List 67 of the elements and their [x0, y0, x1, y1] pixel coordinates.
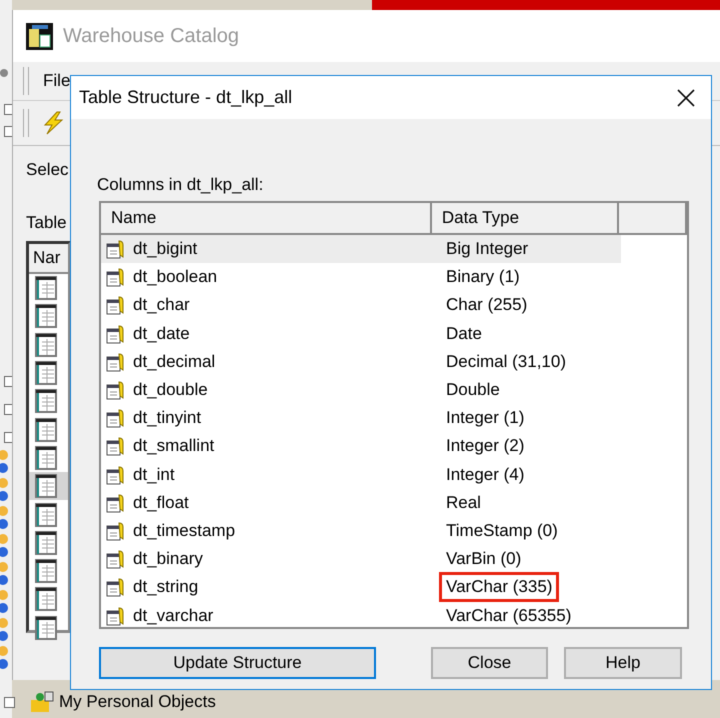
- table-icon: [35, 276, 57, 300]
- table-cell: dt_date: [133, 324, 190, 344]
- table-cell-text: Integer (4): [445, 464, 526, 486]
- close-icon[interactable]: [677, 88, 695, 106]
- table-icon: [35, 502, 57, 527]
- people-icon: [0, 590, 10, 616]
- table-icon: [35, 559, 57, 584]
- list-label: Columns in dt_lkp_all:: [97, 175, 264, 195]
- table-icon: [35, 446, 57, 470]
- table-cell: dt_float: [133, 492, 189, 513]
- table-cell: dt_binary: [133, 549, 203, 570]
- table-cell-text: Char (255): [445, 294, 528, 316]
- table-cell: dt_smallint: [133, 436, 214, 456]
- table-cell: dt_timestamp: [133, 520, 236, 541]
- app-icon: [26, 22, 53, 50]
- person-folder-icon: [29, 690, 55, 714]
- table-cell-text: Integer (1): [445, 407, 526, 430]
- people-icon: [0, 534, 10, 560]
- table-cell-text: Integer (2): [445, 435, 526, 458]
- table-icon: [35, 474, 57, 498]
- table-icon: [35, 304, 57, 328]
- tree-item[interactable]: My Personal Objects: [59, 692, 216, 712]
- table-cell: dt_double: [133, 380, 208, 400]
- table-cell-text: Decimal (31,10): [445, 350, 567, 373]
- table-icon: [35, 332, 57, 357]
- table-icon: [35, 361, 57, 386]
- column-header[interactable]: Nar: [29, 244, 68, 274]
- people-icon: [0, 646, 10, 672]
- people-icon: [0, 478, 10, 504]
- table-cell: dt_decimal: [133, 352, 216, 372]
- people-icon: [0, 618, 10, 644]
- list-row[interactable]: [29, 472, 68, 500]
- dialog-button[interactable]: Close: [431, 647, 548, 679]
- dialog-title: Table Structure - dt_lkp_all: [79, 87, 292, 108]
- table-cell-text: Big Integer: [445, 238, 530, 260]
- table-cell-text: TimeStamp (0): [445, 520, 559, 542]
- menu-item[interactable]: File: [43, 71, 70, 91]
- dialog-button[interactable]: Update Structure: [99, 647, 376, 679]
- table-icon: [35, 530, 57, 555]
- table-cell-text: Date: [445, 322, 483, 345]
- table-cell: dt_char: [133, 295, 190, 316]
- column-header[interactable]: Data Type: [432, 203, 620, 233]
- list-label: Table: [26, 213, 67, 233]
- table-cell: dt_int: [133, 464, 175, 485]
- table-cell-text: Binary (1): [445, 266, 521, 288]
- column-header[interactable]: Name: [101, 203, 432, 233]
- expand-box-icon[interactable]: [4, 696, 15, 708]
- table-cell-text: VarChar (65355): [445, 604, 572, 627]
- table-cell: dt_tinyint: [133, 408, 202, 428]
- table-cell: dt_boolean: [133, 267, 218, 288]
- lightning-icon[interactable]: [41, 111, 65, 135]
- table-icon: [35, 389, 57, 414]
- people-icon: [0, 506, 10, 532]
- field-label: Selec: [26, 160, 69, 180]
- people-icon: [0, 450, 10, 476]
- table-cell-text: VarBin (0): [445, 548, 522, 570]
- highlighted-cell: VarChar (335): [439, 572, 560, 602]
- table-cell-text: Double: [445, 379, 501, 402]
- table-cell: dt_varchar: [133, 606, 214, 626]
- table-icon: [35, 418, 57, 442]
- dialog-button[interactable]: Help: [564, 647, 682, 679]
- table-cell-text: Real: [445, 492, 482, 514]
- table-cell: dt_string: [133, 577, 198, 598]
- window-title: Warehouse Catalog: [63, 24, 240, 48]
- table-icon: [35, 587, 57, 612]
- table-cell: dt_bigint: [133, 239, 198, 260]
- people-icon: [0, 562, 10, 588]
